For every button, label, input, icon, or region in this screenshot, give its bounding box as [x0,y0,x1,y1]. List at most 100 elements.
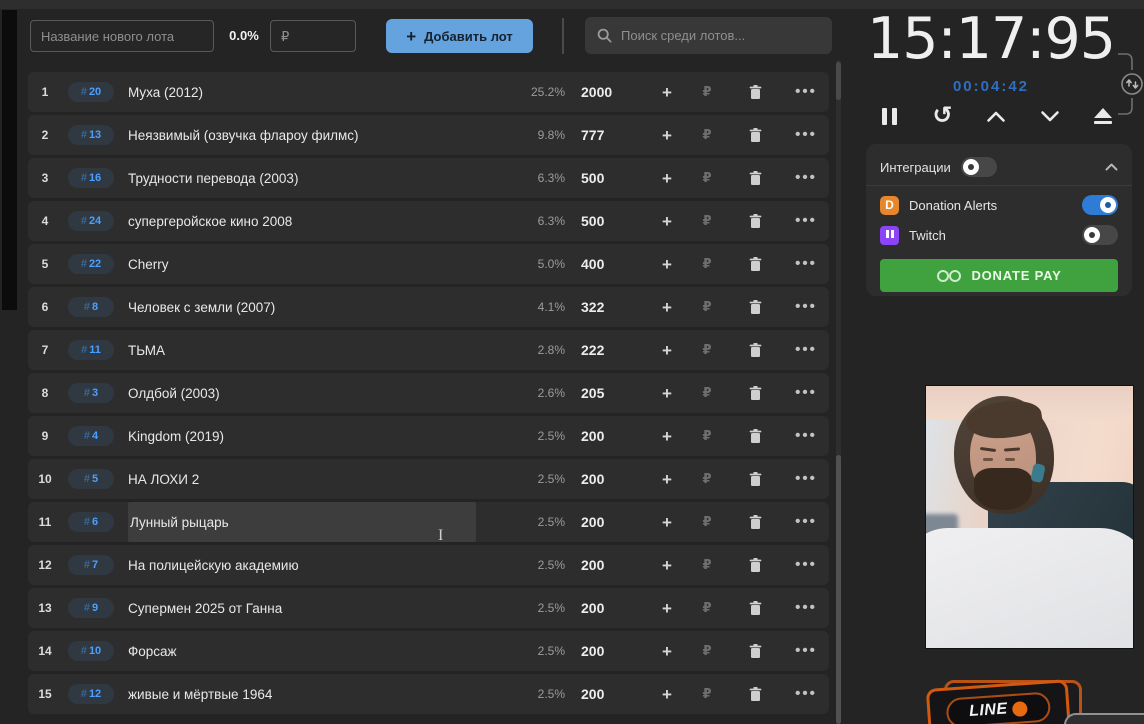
lot-amount[interactable]: 500 [581,213,647,229]
lot-name-field[interactable]: Человек с земли (2007) [128,287,515,327]
add-bid-button[interactable]: + [647,299,687,316]
lot-name-field[interactable]: Олдбой (2003) [128,373,515,413]
lot-row[interactable]: 8 # 3 Олдбой (2003) 2.6% 205 + ₽ ••• [28,373,829,413]
add-bid-button[interactable]: + [647,514,687,531]
lot-row[interactable]: 10 # 5 НА ЛОХИ 2 2.5% 200 + ₽ ••• [28,459,829,499]
subtract-time-button[interactable] [1033,101,1067,131]
new-lot-name-input[interactable] [30,20,214,52]
more-options-button[interactable]: ••• [783,600,829,615]
list-scrollbar-thumb[interactable] [836,455,841,724]
lot-name-field[interactable]: Лунный рыцарь [128,502,476,542]
lot-amount[interactable]: 200 [581,686,647,702]
lot-amount[interactable]: 205 [581,385,647,401]
lot-row[interactable]: 5 # 22 Cherry 5.0% 400 + ₽ ••• [28,244,829,284]
currency-button[interactable]: ₽ [687,256,727,272]
more-options-button[interactable]: ••• [783,213,829,228]
add-bid-button[interactable]: + [647,428,687,445]
add-lot-button[interactable]: + Добавить лот [386,19,533,53]
delete-lot-button[interactable] [727,643,783,659]
more-options-button[interactable]: ••• [783,299,829,314]
lot-amount[interactable]: 777 [581,127,647,143]
add-time-button[interactable] [979,101,1013,131]
lot-name-field[interactable]: Kingdom (2019) [128,416,515,456]
currency-button[interactable]: ₽ [687,170,727,186]
lot-name-field[interactable]: Неязвимый (озвучка флароу филмс) [128,115,515,155]
delete-lot-button[interactable] [727,342,783,358]
currency-button[interactable]: ₽ [687,643,727,659]
collapse-panel-button[interactable] [1105,163,1118,171]
more-options-button[interactable]: ••• [783,643,829,658]
add-bid-button[interactable]: + [647,471,687,488]
lot-name-field[interactable]: живые и мёртвые 1964 [128,674,515,714]
new-lot-price-input[interactable] [270,20,356,52]
lot-amount[interactable]: 200 [581,471,647,487]
add-bid-button[interactable]: + [647,213,687,230]
currency-button[interactable]: ₽ [687,600,727,616]
add-bid-button[interactable]: + [647,557,687,574]
lot-row[interactable]: 3 # 16 Трудности перевода (2003) 6.3% 50… [28,158,829,198]
more-options-button[interactable]: ••• [783,471,829,486]
lot-row[interactable]: 9 # 4 Kingdom (2019) 2.5% 200 + ₽ ••• [28,416,829,456]
twitch-toggle[interactable] [1082,225,1118,245]
more-options-button[interactable]: ••• [783,342,829,357]
delete-lot-button[interactable] [727,600,783,616]
pause-button[interactable] [872,101,906,131]
donation-alerts-toggle[interactable] [1082,195,1118,215]
lot-amount[interactable]: 200 [581,514,647,530]
more-options-button[interactable]: ••• [783,686,829,701]
lot-name-field[interactable]: Форсаж [128,631,515,671]
lot-row[interactable]: 2 # 13 Неязвимый (озвучка флароу филмс) … [28,115,829,155]
lot-row[interactable]: 15 # 12 живые и мёртвые 1964 2.5% 200 + … [28,674,829,714]
donate-pay-button[interactable]: DONATE PAY [880,259,1118,292]
delete-lot-button[interactable] [727,127,783,143]
add-bid-button[interactable]: + [647,385,687,402]
lot-row[interactable]: 11 # 6 Лунный рыцарь 2.5% 200 + ₽ ••• [28,502,829,542]
add-bid-button[interactable]: + [647,342,687,359]
more-options-button[interactable]: ••• [783,428,829,443]
lot-amount[interactable]: 200 [581,600,647,616]
delete-lot-button[interactable] [727,213,783,229]
currency-button[interactable]: ₽ [687,686,727,702]
currency-button[interactable]: ₽ [687,84,727,100]
restart-button[interactable]: ↺ [926,101,960,131]
lot-name-field[interactable]: Муха (2012) [128,72,515,112]
lot-amount[interactable]: 400 [581,256,647,272]
lot-name-field[interactable]: НА ЛОХИ 2 [128,459,515,499]
more-options-button[interactable]: ••• [783,84,829,99]
currency-button[interactable]: ₽ [687,557,727,573]
delete-lot-button[interactable] [727,256,783,272]
lot-row[interactable]: 13 # 9 Супермен 2025 от Ганна 2.5% 200 +… [28,588,829,628]
add-bid-button[interactable]: + [647,256,687,273]
currency-button[interactable]: ₽ [687,471,727,487]
lot-name-field[interactable]: Трудности перевода (2003) [128,158,515,198]
delete-lot-button[interactable] [727,514,783,530]
more-options-button[interactable]: ••• [783,557,829,572]
add-bid-button[interactable]: + [647,686,687,703]
lot-row[interactable]: 4 # 24 супергеройское кино 2008 6.3% 500… [28,201,829,241]
delete-lot-button[interactable] [727,428,783,444]
lot-amount[interactable]: 222 [581,342,647,358]
currency-button[interactable]: ₽ [687,514,727,530]
more-options-button[interactable]: ••• [783,127,829,142]
delete-lot-button[interactable] [727,299,783,315]
lot-name-field[interactable]: супергеройское кино 2008 [128,201,515,241]
lot-amount[interactable]: 200 [581,428,647,444]
lot-row[interactable]: 7 # 11 ТЬМА 2.8% 222 + ₽ ••• [28,330,829,370]
integrations-master-toggle[interactable] [960,157,997,177]
currency-button[interactable]: ₽ [687,342,727,358]
add-bid-button[interactable]: + [647,600,687,617]
more-options-button[interactable]: ••• [783,256,829,271]
left-scrollbar-strip[interactable] [2,10,17,310]
currency-button[interactable]: ₽ [687,299,727,315]
lot-row[interactable]: 6 # 8 Человек с земли (2007) 4.1% 322 + … [28,287,829,327]
delete-lot-button[interactable] [727,471,783,487]
lot-search[interactable] [585,17,832,54]
list-scrollbar-thumb[interactable] [836,62,841,100]
currency-button[interactable]: ₽ [687,428,727,444]
more-options-button[interactable]: ••• [783,385,829,400]
lot-amount[interactable]: 2000 [581,84,647,100]
currency-button[interactable]: ₽ [687,127,727,143]
delete-lot-button[interactable] [727,385,783,401]
delete-lot-button[interactable] [727,557,783,573]
lot-row[interactable]: 14 # 10 Форсаж 2.5% 200 + ₽ ••• [28,631,829,671]
